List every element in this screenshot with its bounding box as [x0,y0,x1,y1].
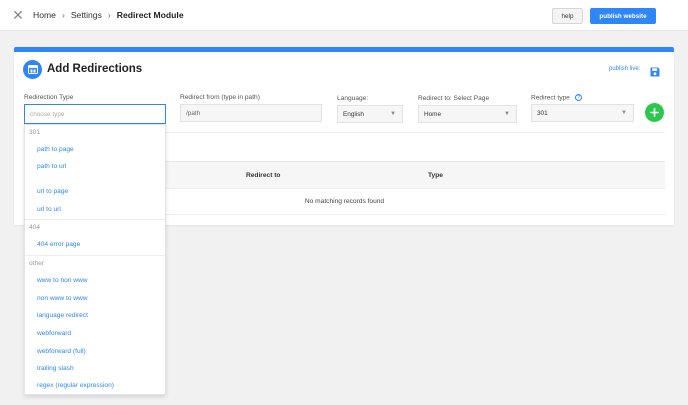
dropdown-group-301: 301 [29,129,41,136]
dropdown-item-url-to-page[interactable]: url to page [37,188,68,195]
language-select-value: English [343,110,364,118]
help-icon[interactable]: ? [574,94,582,101]
caret-down-icon: ▼ [390,111,396,117]
dropdown-item-language-redirect[interactable]: language redirect [37,312,88,319]
redirect-type-label-text: Redirect type [531,94,570,102]
dropdown-item-404-error-page[interactable]: 404 error page [37,241,80,248]
column-header-redirect-to[interactable]: Redirect to [246,172,280,179]
column-header-type[interactable]: Type [428,172,443,179]
save-icon[interactable] [650,64,660,77]
top-bar: ✕ Home › Settings › Redirect Module help pub… [0,0,688,31]
language-select[interactable]: English ▼ [337,105,403,123]
close-icon[interactable]: ✕ [11,8,25,22]
redirect-type-select-value: 301 [537,109,548,117]
caret-down-icon: ▼ [621,110,627,116]
dropdown-item-path-to-page[interactable]: path to page [37,146,74,153]
redirection-type-dropdown: 301 path to page path to url url to page… [24,124,166,395]
redirect-from-input[interactable]: /path [180,104,322,122]
plus-icon [650,108,659,117]
dropdown-separator [25,219,165,220]
redirect-to-select[interactable]: Home ▼ [418,105,517,123]
dropdown-item-trailing-slash[interactable]: trailing slash [37,365,74,372]
redirection-type-placeholder: choose type [30,110,65,118]
dropdown-item-webforward[interactable]: webforward [37,330,71,337]
dropdown-separator [25,255,165,256]
redirect-from-label: Redirect from (type in path) [180,94,260,101]
redirect-to-label: Redirect to: Select Page [418,95,490,102]
chevron-right-icon: › [61,10,65,20]
dropdown-item-webforward-full[interactable]: webforward (full) [37,348,86,355]
breadcrumb-home[interactable]: Home [33,10,56,20]
redirection-type-label: Redirection Type [24,94,74,101]
dropdown-item-regex[interactable]: regex (regular expression) [37,382,114,389]
page-title: Add Redirections [47,63,143,75]
dropdown-item-www-to-non-www[interactable]: www to non www [37,277,88,284]
breadcrumb: Home › Settings › Redirect Module [33,10,184,20]
publish-live-label: publish live: [609,66,641,72]
dropdown-item-url-to-url[interactable]: url to url [37,206,61,213]
module-icon [23,60,42,79]
add-redirection-button[interactable] [645,103,664,122]
breadcrumb-current: Redirect Module [116,10,184,20]
language-label: Language: [337,95,369,102]
redirect-type-select[interactable]: 301 ▼ [531,104,634,122]
dropdown-group-404: 404 [29,224,41,231]
dropdown-group-other: other [29,260,45,267]
redirection-type-select[interactable]: choose type [24,104,166,124]
dropdown-item-non-www-to-www[interactable]: non www to www [37,295,88,302]
dropdown-item-path-to-url[interactable]: path to url [37,163,66,170]
publish-website-button[interactable]: publish website [590,8,656,24]
help-button[interactable]: help [552,8,583,24]
chevron-right-icon: › [107,10,111,20]
redirect-type-label: Redirect type? [531,94,582,101]
caret-down-icon: ▼ [504,111,510,117]
redirect-to-select-value: Home [424,110,442,118]
breadcrumb-settings[interactable]: Settings [71,10,102,20]
